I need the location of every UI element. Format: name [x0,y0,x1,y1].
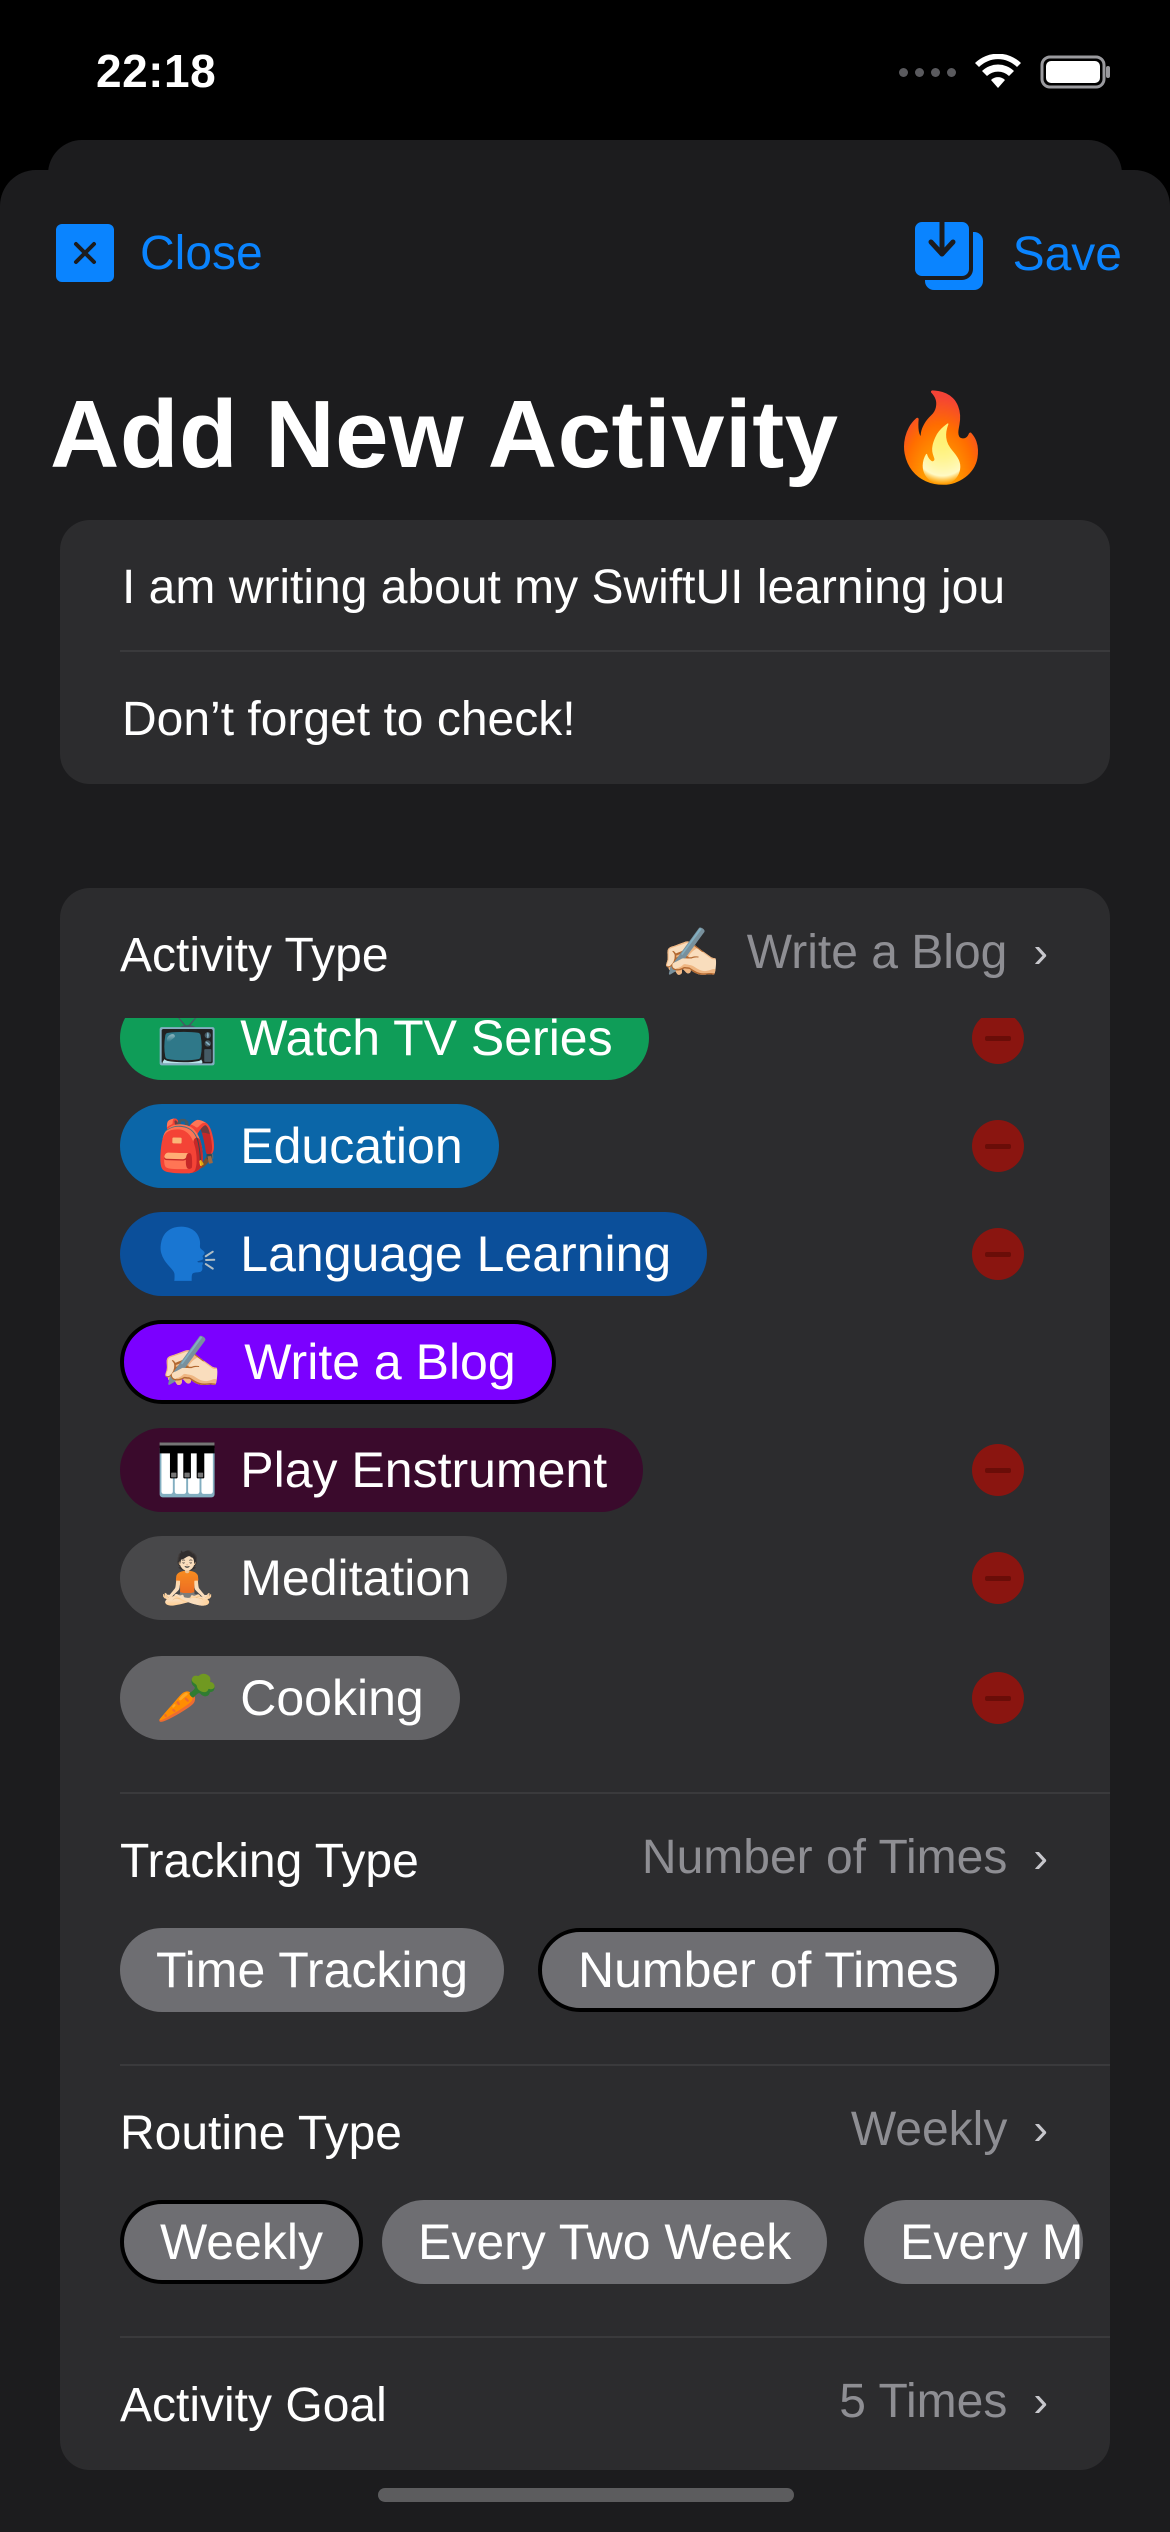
remove-activity-button[interactable] [972,1120,1024,1172]
routine-options-scroller[interactable]: Weekly Every Two Week Every M [120,2200,1110,2284]
page-title: Add New Activity 🔥 [50,380,995,490]
activity-goal-label: Activity Goal [120,2379,387,2432]
remove-activity-button[interactable] [972,1672,1024,1724]
remove-activity-button[interactable] [972,1444,1024,1496]
divider [120,2336,1110,2338]
status-icons [899,54,1112,90]
activity-goal-picker[interactable]: 5 Times › [839,2374,1048,2429]
activity-chip-play-enstrument[interactable]: 🎹 Play Enstrument [120,1428,644,1512]
save-button[interactable]: Save [910,212,1122,296]
chevron-right-icon: › [1033,1832,1048,1882]
activity-chip-watch-tv[interactable]: 📺 Watch TV Series [120,1018,649,1080]
wifi-icon [975,54,1021,88]
activity-chip-education[interactable]: 🎒 Education [120,1104,499,1188]
writing-hand-icon: ✍🏻 [160,1333,223,1390]
activity-chip-language-learning[interactable]: 🗣️ Language Learning [120,1212,708,1296]
activity-type-label: Activity Type [120,929,389,982]
speaking-head-icon: 🗣️ [156,1225,219,1282]
routine-option-every-month[interactable]: Every M [864,2200,1084,2284]
activity-chip-meditation[interactable]: 🧘🏻 Meditation [120,1536,507,1620]
chevron-right-icon: › [1033,2104,1048,2154]
piano-icon: 🎹 [156,1441,219,1498]
reminder-input[interactable]: Don’t forget to check! [122,692,1050,747]
chip-label: Language Learning [240,1226,672,1282]
chip-label: Write a Blog [244,1334,516,1390]
page-title-text: Add New Activity [50,381,839,488]
activity-chip-cooking[interactable]: 🥕 Cooking [120,1656,460,1740]
description-input[interactable]: I am writing about my SwiftUI learning j… [122,560,1050,615]
routine-option-every-two-week[interactable]: Every Two Week [382,2200,828,2284]
chip-label: Watch TV Series [240,1018,613,1066]
activity-type-value-emoji: ✍🏻 [661,927,721,980]
activity-settings-card: Activity Type ✍🏻 Write a Blog › 📺 Watch … [60,888,1110,2470]
status-time: 22:18 [96,45,217,97]
chevron-right-icon: › [1033,2376,1048,2426]
chip-label: Play Enstrument [240,1442,608,1498]
close-button[interactable]: Close [56,224,263,282]
tv-icon: 📺 [156,1018,219,1066]
tracking-option-time-tracking[interactable]: Time Tracking [120,1928,505,2012]
tracking-type-value: Number of Times [641,1831,1008,1884]
remove-activity-button[interactable] [972,1228,1024,1280]
activity-options-list: 📺 Watch TV Series 🎒 Education 🗣️ Languag… [60,1018,1110,1658]
save-download-icon [910,212,983,290]
home-indicator [378,2488,794,2502]
carrot-icon: 🥕 [156,1669,219,1726]
activity-goal-value: 5 Times [839,2375,1008,2428]
close-icon [56,224,114,282]
remove-activity-button[interactable] [972,1552,1024,1604]
routine-option-weekly[interactable]: Weekly [120,2200,364,2284]
close-label: Close [140,226,263,280]
routine-type-picker[interactable]: Weekly › [851,2102,1048,2157]
activity-type-value: Write a Blog [746,926,1008,979]
chip-label: Education [240,1118,463,1174]
text-inputs-card: I am writing about my SwiftUI learning j… [60,520,1110,784]
chip-label: Cooking [240,1670,424,1726]
battery-icon [1040,55,1110,89]
fire-emoji-icon: 🔥 [887,390,996,486]
divider [120,1792,1110,1794]
chevron-right-icon: › [1033,927,1048,977]
meditation-icon: 🧘🏻 [156,1549,219,1606]
chip-label: Meditation [240,1550,471,1606]
remove-activity-button[interactable] [972,1018,1024,1064]
routine-type-value: Weekly [850,2103,1008,2156]
tracking-type-label: Tracking Type [120,1835,419,1888]
routine-type-label: Routine Type [120,2107,402,2160]
activity-chip-write-a-blog[interactable]: ✍🏻 Write a Blog [120,1320,556,1404]
cellular-signal-icon [899,67,956,77]
activity-type-picker[interactable]: ✍🏻 Write a Blog › [661,924,1048,981]
save-label: Save [1012,227,1122,281]
divider [120,2064,1110,2066]
tracking-option-number-of-times[interactable]: Number of Times [538,1928,999,2012]
tracking-type-picker[interactable]: Number of Times › [642,1830,1048,1885]
divider [120,650,1110,652]
backpack-icon: 🎒 [156,1117,219,1174]
